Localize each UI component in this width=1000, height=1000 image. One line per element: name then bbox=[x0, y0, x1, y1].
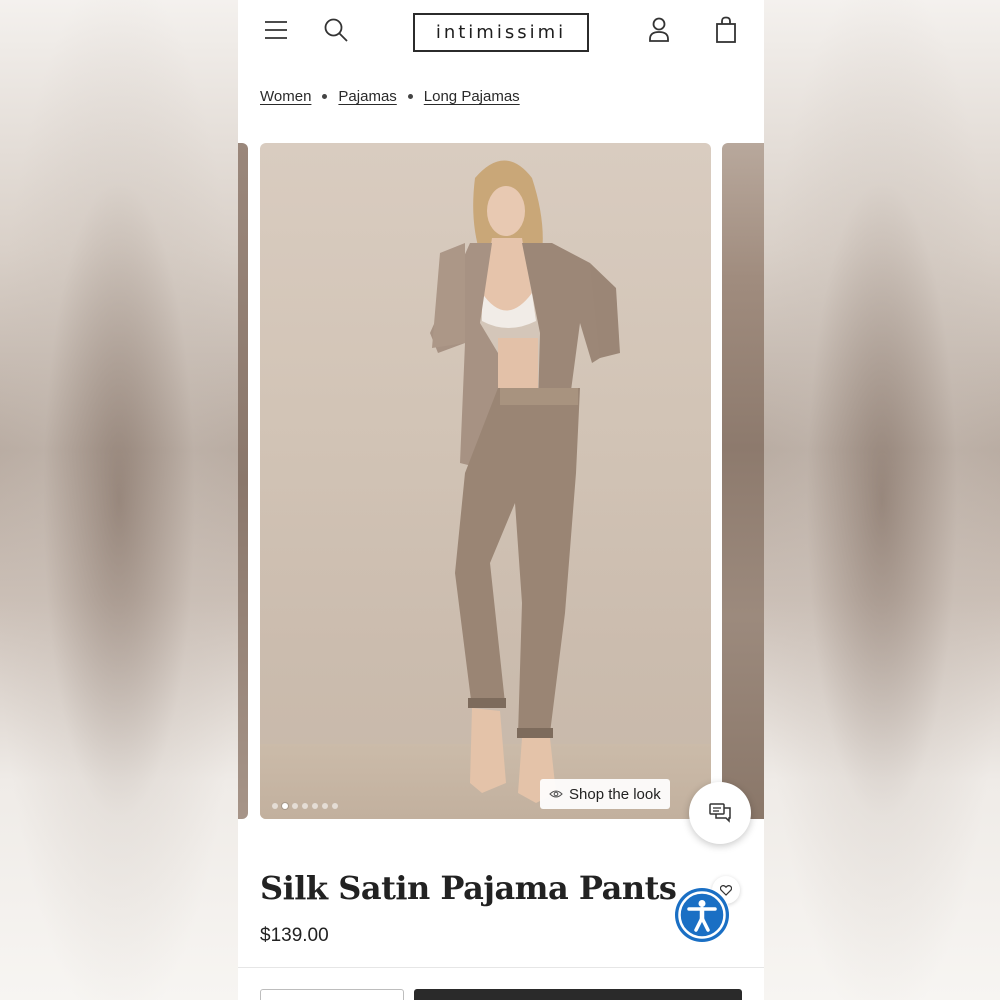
section-divider bbox=[238, 967, 764, 968]
logo-text: intimissimi bbox=[435, 22, 567, 43]
chat-button[interactable] bbox=[689, 782, 751, 844]
shop-the-look-button[interactable]: Shop the look bbox=[540, 779, 670, 809]
carousel-dot[interactable] bbox=[272, 803, 278, 809]
search-icon bbox=[324, 18, 348, 42]
breadcrumb-separator bbox=[322, 94, 328, 99]
carousel-dot-active[interactable] bbox=[282, 803, 288, 809]
carousel-dot[interactable] bbox=[322, 803, 328, 809]
carousel-dot[interactable] bbox=[312, 803, 318, 809]
breadcrumb-women[interactable]: Women bbox=[260, 88, 311, 105]
carousel-dot[interactable] bbox=[292, 803, 298, 809]
accessibility-button[interactable] bbox=[674, 887, 730, 943]
product-image-carousel[interactable]: Shop the look bbox=[238, 143, 764, 820]
next-slide-peek[interactable] bbox=[722, 143, 764, 819]
shopping-bag-button[interactable] bbox=[710, 12, 742, 48]
product-photo[interactable] bbox=[260, 143, 711, 819]
carousel-dot[interactable] bbox=[302, 803, 308, 809]
breadcrumb-separator bbox=[407, 94, 413, 99]
search-button[interactable] bbox=[320, 14, 352, 46]
mobile-viewport: intimissimi Women Pajamas Long Pajamas S… bbox=[238, 0, 764, 1000]
brand-logo[interactable]: intimissimi bbox=[413, 13, 589, 52]
menu-button[interactable] bbox=[260, 14, 292, 46]
carousel-dots bbox=[272, 803, 338, 809]
shopping-bag-icon bbox=[716, 16, 736, 43]
size-selector[interactable] bbox=[260, 989, 404, 1000]
eye-icon bbox=[549, 790, 563, 798]
carousel-dot[interactable] bbox=[332, 803, 338, 809]
account-button[interactable] bbox=[643, 12, 675, 48]
shop-the-look-label: Shop the look bbox=[569, 785, 661, 803]
site-header: intimissimi bbox=[238, 0, 764, 64]
add-to-bag-button[interactable] bbox=[414, 989, 742, 1000]
product-title: Silk Satin Pajama Pants bbox=[260, 869, 677, 907]
product-price: $139.00 bbox=[260, 925, 329, 946]
accessibility-icon bbox=[675, 888, 729, 942]
background-blur-left bbox=[0, 0, 238, 1000]
breadcrumb-long-pajamas[interactable]: Long Pajamas bbox=[424, 88, 520, 105]
breadcrumb-pajamas[interactable]: Pajamas bbox=[338, 88, 396, 105]
previous-slide-peek[interactable] bbox=[238, 143, 248, 819]
menu-icon bbox=[265, 21, 287, 39]
account-icon bbox=[649, 17, 669, 42]
background-blur-right bbox=[764, 0, 1000, 1000]
breadcrumb: Women Pajamas Long Pajamas bbox=[260, 88, 520, 105]
model-figure bbox=[430, 160, 620, 803]
chat-icon bbox=[709, 803, 731, 823]
